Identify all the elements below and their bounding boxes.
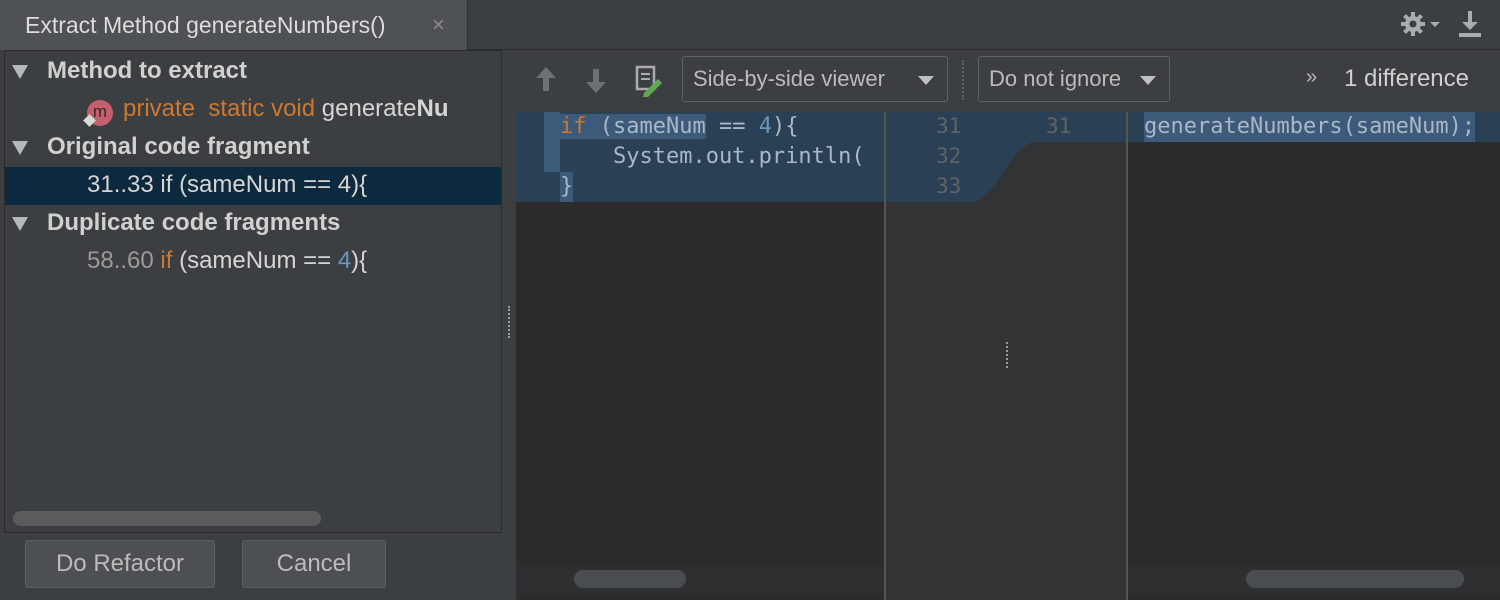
expand-arrow-icon[interactable] <box>12 141 28 155</box>
selection-gutter <box>544 112 560 172</box>
fragments-tree: Method to extract m private static void … <box>4 50 502 533</box>
tree-node-label: Original code fragment <box>47 133 310 160</box>
tree-node-label: Duplicate code fragments <box>47 209 341 236</box>
code-line: } <box>560 172 574 202</box>
horizontal-scrollbar[interactable] <box>13 511 321 526</box>
tree-node-method[interactable]: Method to extract <box>5 53 501 91</box>
number-literal: 4 <box>758 114 772 139</box>
tree-item-method-signature[interactable]: m private static void generateNu <box>5 91 501 129</box>
difference-count: 1 difference <box>1344 65 1469 92</box>
line-number: 31 <box>1046 114 1072 138</box>
gear-icon[interactable] <box>1400 10 1426 38</box>
more-actions-icon[interactable]: » <box>1306 66 1317 89</box>
tree-item-original-fragment[interactable]: 31..33 if (sameNum == 4){ <box>5 167 501 205</box>
keyword: private <box>123 95 196 122</box>
horizontal-scrollbar[interactable] <box>1246 570 1464 588</box>
fragment-label: 58..60 if (sameNum == 4){ <box>87 247 367 275</box>
keyword: void <box>271 95 316 122</box>
code-line: if (sameNum == 4){ <box>560 112 798 142</box>
edit-source-icon[interactable] <box>634 65 664 97</box>
splitter-handle[interactable] <box>508 306 510 338</box>
do-refactor-button[interactable]: Do Refactor <box>25 540 215 588</box>
code-text: ){ <box>771 114 799 139</box>
line-number: 33 <box>936 174 962 198</box>
method-name: generate <box>321 95 417 122</box>
viewer-mode-value: Side-by-side viewer <box>693 66 885 91</box>
diff-toolbar: Side-by-side viewer Do not ignore » 1 di… <box>516 50 1500 112</box>
method-name-match: Nu <box>416 95 449 122</box>
ignore-mode-value: Do not ignore <box>989 66 1122 91</box>
title-bar: Extract Method generateNumbers() × <box>0 0 1500 50</box>
keyword: if <box>560 114 587 139</box>
code-text: ){ <box>351 247 368 274</box>
splitter-handle[interactable] <box>1006 342 1008 368</box>
line-range: 58..60 <box>87 247 154 274</box>
fragment-label: 31..33 if (sameNum == 4){ <box>87 171 368 198</box>
method-signature: private static void generateNu <box>123 95 449 123</box>
code-text: == <box>705 114 759 139</box>
tool-window-tab[interactable]: Extract Method generateNumbers() × <box>0 0 468 50</box>
download-icon[interactable] <box>1458 10 1482 38</box>
scrollbar-track <box>516 566 884 594</box>
chevron-down-icon <box>1140 76 1156 85</box>
keyword: static <box>208 95 265 122</box>
tree-node-label: Method to extract <box>47 57 248 84</box>
code-text: (sameNum <box>599 114 706 139</box>
arrow-up-icon[interactable] <box>534 65 558 95</box>
expand-arrow-icon[interactable] <box>12 217 28 231</box>
method-call: generateNumbers <box>1144 114 1343 139</box>
number-literal: 4 <box>337 247 352 274</box>
line-number: 31 <box>936 114 962 138</box>
ignore-whitespace-select[interactable]: Do not ignore <box>978 56 1170 102</box>
code-line: generateNumbers(sameNum); <box>1144 112 1476 142</box>
diff-connector-shape <box>886 112 1126 202</box>
close-icon[interactable]: × <box>432 12 445 38</box>
tab-title: Extract Method generateNumbers() <box>25 12 386 38</box>
viewer-mode-select[interactable]: Side-by-side viewer <box>682 56 948 102</box>
cancel-button[interactable]: Cancel <box>242 540 386 588</box>
line-number: 32 <box>936 144 962 168</box>
arrow-down-icon[interactable] <box>584 65 608 95</box>
tree-node-original[interactable]: Original code fragment <box>5 129 501 167</box>
chevron-down-icon <box>918 76 934 85</box>
chevron-down-icon[interactable] <box>1430 22 1440 27</box>
tree-node-duplicates[interactable]: Duplicate code fragments <box>5 205 501 243</box>
code-text: (sameNum == <box>179 247 332 274</box>
keyword: if <box>160 247 173 274</box>
code-text: (sameNum); <box>1342 114 1476 139</box>
horizontal-scrollbar[interactable] <box>574 570 686 588</box>
tree-item-duplicate-fragment[interactable]: 58..60 if (sameNum == 4){ <box>5 243 501 281</box>
diff-right-editor[interactable]: generateNumbers(sameNum); <box>1128 112 1500 600</box>
diff-left-editor[interactable]: if (sameNum == 4){ System.out.println( } <box>516 112 884 600</box>
code-line: System.out.println( <box>560 144 865 169</box>
toolbar-separator <box>962 60 964 100</box>
expand-arrow-icon[interactable] <box>12 65 28 79</box>
